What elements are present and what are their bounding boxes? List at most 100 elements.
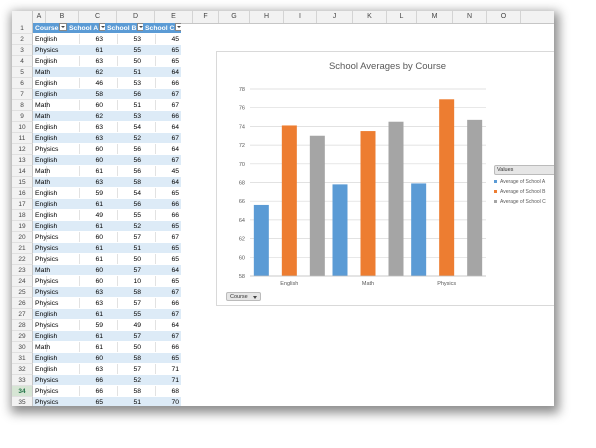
- score-cell[interactable]: 52: [105, 133, 143, 144]
- score-cell[interactable]: 66: [67, 375, 105, 386]
- score-cell[interactable]: 61: [67, 342, 105, 353]
- row-header[interactable]: 31: [12, 353, 33, 364]
- table-header-row[interactable]: Course School A School B School C: [33, 23, 181, 34]
- score-cell[interactable]: 60: [67, 353, 105, 364]
- row-header[interactable]: 5: [12, 67, 33, 78]
- header-cell[interactable]: School C: [143, 23, 181, 34]
- column-header-i[interactable]: I: [284, 11, 317, 23]
- row-header[interactable]: 28: [12, 320, 33, 331]
- legend-item[interactable]: Average of School A: [494, 179, 554, 185]
- row-header[interactable]: 33: [12, 375, 33, 386]
- score-cell[interactable]: 52: [105, 221, 143, 232]
- score-cell[interactable]: 57: [105, 265, 143, 276]
- score-cell[interactable]: 65: [143, 188, 181, 199]
- score-cell[interactable]: 58: [67, 89, 105, 100]
- row-header[interactable]: 23: [12, 265, 33, 276]
- table-row[interactable]: Physics 59 49 64: [33, 320, 181, 331]
- table-row[interactable]: Math 61 56 45: [33, 166, 181, 177]
- table-row[interactable]: English 60 56 67: [33, 155, 181, 166]
- score-cell[interactable]: 71: [143, 375, 181, 386]
- course-cell[interactable]: Physics: [33, 386, 67, 397]
- score-cell[interactable]: 52: [105, 375, 143, 386]
- score-cell[interactable]: 65: [143, 353, 181, 364]
- table-row[interactable]: Physics 60 10 65: [33, 276, 181, 287]
- table-row[interactable]: English 61 55 67: [33, 309, 181, 320]
- table-row[interactable]: Math 62 51 64: [33, 67, 181, 78]
- course-cell[interactable]: Physics: [33, 320, 67, 331]
- score-cell[interactable]: 70: [143, 397, 181, 406]
- header-cell[interactable]: Course: [33, 23, 67, 34]
- score-cell[interactable]: 63: [67, 56, 105, 67]
- row-header[interactable]: 10: [12, 122, 33, 133]
- column-header-c[interactable]: C: [79, 11, 117, 23]
- row-header[interactable]: 35: [12, 397, 33, 406]
- score-cell[interactable]: 60: [67, 144, 105, 155]
- column-header-h[interactable]: H: [250, 11, 284, 23]
- course-cell[interactable]: Math: [33, 111, 67, 122]
- table-row[interactable]: Physics 63 58 67: [33, 287, 181, 298]
- course-cell[interactable]: Physics: [33, 298, 67, 309]
- score-cell[interactable]: 64: [143, 320, 181, 331]
- table-row[interactable]: Physics 61 51 65: [33, 243, 181, 254]
- score-cell[interactable]: 61: [67, 254, 105, 265]
- column-header-g[interactable]: G: [219, 11, 250, 23]
- row-header[interactable]: 19: [12, 221, 33, 232]
- course-cell[interactable]: English: [33, 122, 67, 133]
- table-row[interactable]: English 61 52 65: [33, 221, 181, 232]
- score-cell[interactable]: 58: [105, 177, 143, 188]
- score-cell[interactable]: 66: [143, 111, 181, 122]
- score-cell[interactable]: 67: [143, 155, 181, 166]
- course-cell[interactable]: English: [33, 133, 67, 144]
- row-header[interactable]: 4: [12, 56, 33, 67]
- table-row[interactable]: English 60 58 65: [33, 353, 181, 364]
- score-cell[interactable]: 51: [105, 243, 143, 254]
- row-header[interactable]: 13: [12, 155, 33, 166]
- row-header[interactable]: 24: [12, 276, 33, 287]
- score-cell[interactable]: 56: [105, 166, 143, 177]
- score-cell[interactable]: 65: [143, 243, 181, 254]
- score-cell[interactable]: 67: [143, 89, 181, 100]
- table-row[interactable]: Math 63 58 64: [33, 177, 181, 188]
- score-cell[interactable]: 67: [143, 309, 181, 320]
- score-cell[interactable]: 49: [105, 320, 143, 331]
- score-cell[interactable]: 51: [105, 100, 143, 111]
- course-cell[interactable]: Physics: [33, 243, 67, 254]
- course-cell[interactable]: English: [33, 309, 67, 320]
- score-cell[interactable]: 60: [67, 232, 105, 243]
- course-cell[interactable]: Physics: [33, 375, 67, 386]
- score-cell[interactable]: 61: [67, 243, 105, 254]
- row-header[interactable]: 1: [12, 23, 33, 34]
- score-cell[interactable]: 61: [67, 199, 105, 210]
- table-row[interactable]: Physics 66 52 71: [33, 375, 181, 386]
- score-cell[interactable]: 68: [143, 386, 181, 397]
- score-cell[interactable]: 63: [67, 122, 105, 133]
- score-cell[interactable]: 61: [67, 166, 105, 177]
- score-cell[interactable]: 66: [143, 298, 181, 309]
- course-cell[interactable]: Physics: [33, 287, 67, 298]
- table-row[interactable]: Math 61 50 66: [33, 342, 181, 353]
- table-row[interactable]: English 58 56 67: [33, 89, 181, 100]
- header-cell[interactable]: School A: [67, 23, 105, 34]
- score-cell[interactable]: 60: [67, 155, 105, 166]
- table-row[interactable]: Physics 61 50 65: [33, 254, 181, 265]
- filter-dropdown-icon[interactable]: [59, 23, 67, 32]
- score-cell[interactable]: 58: [105, 353, 143, 364]
- course-cell[interactable]: English: [33, 353, 67, 364]
- row-header[interactable]: 11: [12, 133, 33, 144]
- row-header[interactable]: 15: [12, 177, 33, 188]
- course-cell[interactable]: Math: [33, 177, 67, 188]
- score-cell[interactable]: 65: [143, 45, 181, 56]
- course-cell[interactable]: English: [33, 210, 67, 221]
- legend-item[interactable]: Average of School C: [494, 199, 554, 205]
- legend-item[interactable]: Average of School B: [494, 189, 554, 195]
- score-cell[interactable]: 55: [105, 309, 143, 320]
- score-cell[interactable]: 63: [67, 34, 105, 45]
- score-cell[interactable]: 45: [143, 166, 181, 177]
- select-all-corner[interactable]: [12, 11, 33, 23]
- course-cell[interactable]: Math: [33, 265, 67, 276]
- table-row[interactable]: English 61 57 67: [33, 331, 181, 342]
- table-row[interactable]: Physics 60 57 67: [33, 232, 181, 243]
- score-cell[interactable]: 71: [143, 364, 181, 375]
- table-row[interactable]: Physics 63 57 66: [33, 298, 181, 309]
- score-cell[interactable]: 63: [67, 364, 105, 375]
